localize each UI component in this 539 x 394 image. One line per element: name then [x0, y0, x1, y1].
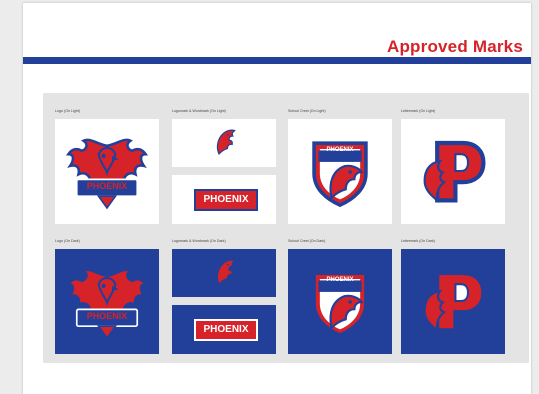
lettermark-p-icon — [401, 249, 505, 354]
letter-dark-tile — [401, 249, 505, 354]
title-rule — [23, 57, 531, 64]
phoenix-head-icon — [216, 129, 236, 155]
phoenix-logo-icon — [67, 268, 147, 340]
logo-light-tile: PHOENIX — [55, 119, 159, 224]
label-signature-dark: Logomark & Wordmark (On Dark) — [172, 239, 226, 243]
wordmark-dark: PHOENIX — [194, 319, 258, 341]
crest-shield-icon — [288, 119, 392, 224]
document-page: Approved Marks Logo (On Light) Logomark … — [23, 3, 531, 394]
label-letter-light: Lettermark (On Light) — [401, 109, 436, 113]
logo-dark-wordmark: PHOENIX — [86, 311, 128, 321]
label-shield-light: School Crest (On Light) — [288, 109, 326, 113]
signature-dark-word-tile: PHOENIX — [172, 305, 276, 354]
signature-dark-mark-tile — [172, 249, 276, 297]
phoenix-logo-icon — [67, 138, 147, 210]
logo-dark-tile: PHOENIX — [55, 249, 159, 354]
label-logo-dark: Logo (On Dark) — [55, 239, 80, 243]
signature-light-mark-tile — [172, 119, 276, 167]
marks-panel: Logo (On Light) Logomark & Wordmark (On … — [43, 93, 529, 363]
crest-light-text: PHOENIX — [326, 147, 354, 153]
crest-shield-icon — [288, 249, 392, 354]
page-title: Approved Marks — [386, 37, 523, 56]
letter-light-tile — [401, 119, 505, 224]
shield-dark-tile: PHOENIX — [288, 249, 392, 354]
logo-light-wordmark: PHOENIX — [86, 181, 128, 191]
label-shield-dark: School Crest (On Dark) — [288, 239, 326, 243]
wordmark-light: PHOENIX — [194, 189, 258, 211]
label-letter-dark: Lettermark (On Dark) — [401, 239, 435, 243]
label-logo-light: Logo (On Light) — [55, 109, 80, 113]
shield-light-tile: PHOENIX — [288, 119, 392, 224]
signature-light-word-tile: PHOENIX — [172, 175, 276, 224]
label-signature-light: Logomark & Wordmark (On Light) — [172, 109, 226, 113]
crest-dark-text: PHOENIX — [326, 277, 354, 283]
phoenix-head-icon — [216, 259, 236, 285]
lettermark-p-icon — [401, 119, 505, 224]
